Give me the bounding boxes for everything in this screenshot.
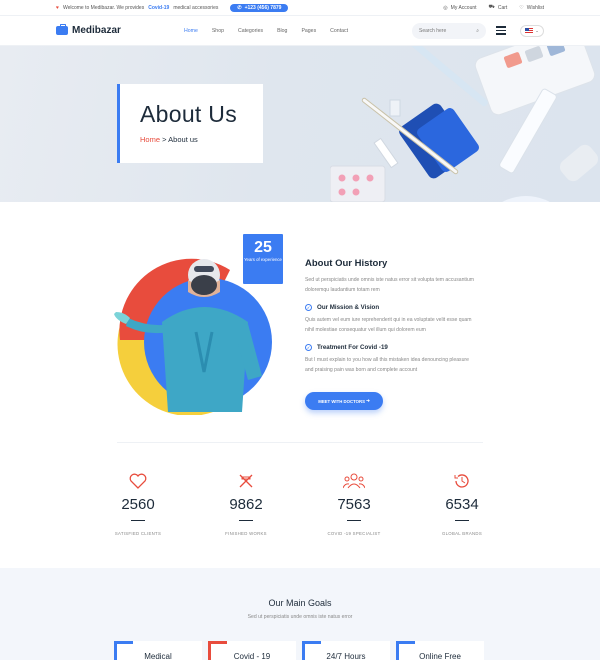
- medical-bag-icon: [56, 24, 68, 35]
- page-title: About Us: [140, 101, 238, 127]
- language-selector[interactable]: ⌄: [520, 24, 544, 37]
- tools-icon: [203, 470, 289, 492]
- section-divider: [117, 442, 483, 443]
- nav-item-pages[interactable]: Pages: [301, 28, 316, 34]
- years-label: Years of experience: [244, 257, 282, 262]
- treatment-title: ✓ Treatment For Covid -19: [305, 344, 475, 351]
- welcome-suffix: medical accessories: [173, 4, 219, 11]
- stat-item: 2560 SATISFIED CLIENTS: [95, 470, 181, 536]
- phone-button[interactable]: ✆ +123 (456) 7879: [230, 3, 289, 12]
- stat-value: 6534: [445, 496, 479, 513]
- nav-item-shop[interactable]: Shop: [212, 28, 224, 34]
- treatment-text: But I must explain to you how all this m…: [305, 357, 469, 373]
- goal-card-online[interactable]: Online Free: [396, 641, 484, 671]
- welcome-prefix: Welcome to Medibazar. We provides: [62, 4, 145, 11]
- breadcrumb: Home > About us: [140, 135, 263, 144]
- page-title-card: About Us Home > About us: [117, 84, 263, 163]
- mission-title: ✓ Our Mission & Vision: [305, 304, 475, 311]
- breadcrumb-home[interactable]: Home: [140, 135, 160, 144]
- goals-subheading: Sed ut perspiciatis unde omnis iste natu…: [247, 614, 353, 620]
- about-heading: About Our History: [305, 258, 388, 269]
- mission-title-text: Our Mission & Vision: [317, 304, 380, 311]
- top-bar: ♥ Welcome to Medibazar. We provides Covi…: [0, 0, 600, 16]
- breadcrumb-current: About us: [168, 135, 198, 144]
- stat-label: SATISFIED CLIENTS: [114, 531, 162, 536]
- stat-value: 7563: [337, 496, 371, 513]
- check-circle-icon: ✓: [305, 304, 312, 311]
- nav-menu: Home Shop Categories Blog Pages Contact: [184, 28, 348, 34]
- check-circle-icon: ✓: [305, 344, 312, 351]
- site-logo[interactable]: Medibazar: [56, 24, 184, 36]
- nav-item-home[interactable]: Home: [184, 28, 198, 34]
- cart-link[interactable]: ⛟ Cart: [489, 4, 508, 11]
- phone-number: +123 (456) 7879: [244, 4, 282, 11]
- nav-item-contact[interactable]: Contact: [330, 28, 348, 34]
- medical-supplies-image: [330, 46, 598, 202]
- goal-card-hours[interactable]: 24/7 Hours: [302, 641, 390, 671]
- stat-label: GLOBAL BRANDS: [441, 531, 483, 536]
- experience-badge: 25 Years of experience: [243, 234, 283, 284]
- mission-text: Quis autem vel eum iure reprehenderit qu…: [305, 317, 472, 333]
- stat-label: COVID -19 SPECIALIST: [327, 531, 381, 536]
- goal-card-covid[interactable]: Covid - 19: [208, 641, 296, 671]
- covid-highlight: Covid-19: [148, 4, 170, 11]
- wishlist-link[interactable]: ♡ Wishlist: [519, 5, 544, 11]
- team-icon: [311, 470, 397, 492]
- my-account-link[interactable]: ◎ My Account: [443, 5, 476, 11]
- goals-section: Our Main Goals Sed ut perspiciatis unde …: [0, 568, 600, 671]
- user-icon: ◎: [443, 4, 448, 11]
- treatment-title-text: Treatment For Covid -19: [317, 344, 388, 351]
- us-flag-icon: [525, 28, 534, 33]
- search-input[interactable]: Search here ⌕: [412, 22, 486, 39]
- stat-item: 6534 GLOBAL BRANDS: [419, 470, 505, 536]
- wishlist-label: Wishlist: [526, 4, 544, 11]
- goals-heading: Our Main Goals: [268, 598, 332, 608]
- nav-item-categories[interactable]: Categories: [238, 28, 263, 34]
- history-icon: [419, 470, 505, 492]
- about-text: About Our History Sed ut perspiciatis un…: [305, 258, 475, 375]
- nav-item-blog[interactable]: Blog: [277, 28, 287, 34]
- my-account-label: My Account: [450, 4, 477, 11]
- main-navigation: Medibazar Home Shop Categories Blog Page…: [0, 16, 600, 46]
- search-placeholder: Search here: [419, 27, 447, 34]
- phone-icon: ✆: [237, 4, 242, 11]
- heart-icon: ♥: [56, 4, 59, 11]
- goal-card-medical[interactable]: Medical: [114, 641, 202, 671]
- stat-value: 9862: [229, 496, 263, 513]
- welcome-message: ♥ Welcome to Medibazar. We provides Covi…: [56, 3, 289, 12]
- meet-doctors-button[interactable]: MEET WITH DOCTORS ➜: [305, 392, 383, 410]
- about-intro: Sed ut perspiciatis unde omnis iste natu…: [305, 277, 475, 293]
- years-value: 25: [254, 239, 272, 256]
- meet-doctors-label: MEET WITH DOCTORS: [318, 398, 365, 404]
- arrow-right-icon: ➜: [366, 398, 370, 403]
- heart-icon: [95, 470, 181, 492]
- breadcrumb-separator: >: [162, 135, 167, 144]
- cart-icon: ⛟: [488, 4, 495, 10]
- stat-label: FINISHED WORKS: [225, 531, 267, 536]
- stat-item: 7563 COVID -19 SPECIALIST: [311, 470, 397, 536]
- hamburger-menu-icon[interactable]: [496, 26, 506, 35]
- stat-value: 2560: [121, 496, 155, 513]
- cart-label: Cart: [497, 4, 508, 11]
- wishlist-heart-icon: ♡: [519, 4, 524, 11]
- logo-text: Medibazar: [72, 25, 121, 36]
- stat-item: 9862 FINISHED WORKS: [203, 470, 289, 536]
- search-icon[interactable]: ⌕: [476, 28, 479, 34]
- page-banner: About Us Home > About us: [0, 46, 600, 202]
- chevron-down-icon: ⌄: [535, 28, 539, 33]
- stats-row: 2560 SATISFIED CLIENTS 9862 FINISHED WOR…: [95, 470, 505, 536]
